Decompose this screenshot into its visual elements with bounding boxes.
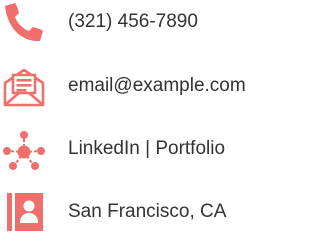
contact-item-phone: (321) 456-7890 (0, 0, 296, 44)
id-card-icon (0, 190, 48, 234)
phone-number[interactable]: (321) 456-7890 (68, 0, 198, 44)
contact-item-location: San Francisco, CA (0, 190, 296, 234)
envelope-icon (0, 64, 48, 108)
phone-icon (0, 0, 48, 44)
network-icon (0, 127, 48, 171)
contact-item-email: email@example.com (0, 64, 296, 108)
location: San Francisco, CA (68, 201, 227, 222)
contact-list: (321) 456-7890 email@example.com LinkedI… (0, 0, 296, 243)
social-links[interactable]: LinkedIn | Portfolio (68, 127, 225, 171)
contact-item-social: LinkedIn | Portfolio (0, 127, 296, 171)
email-address[interactable]: email@example.com (68, 64, 246, 108)
